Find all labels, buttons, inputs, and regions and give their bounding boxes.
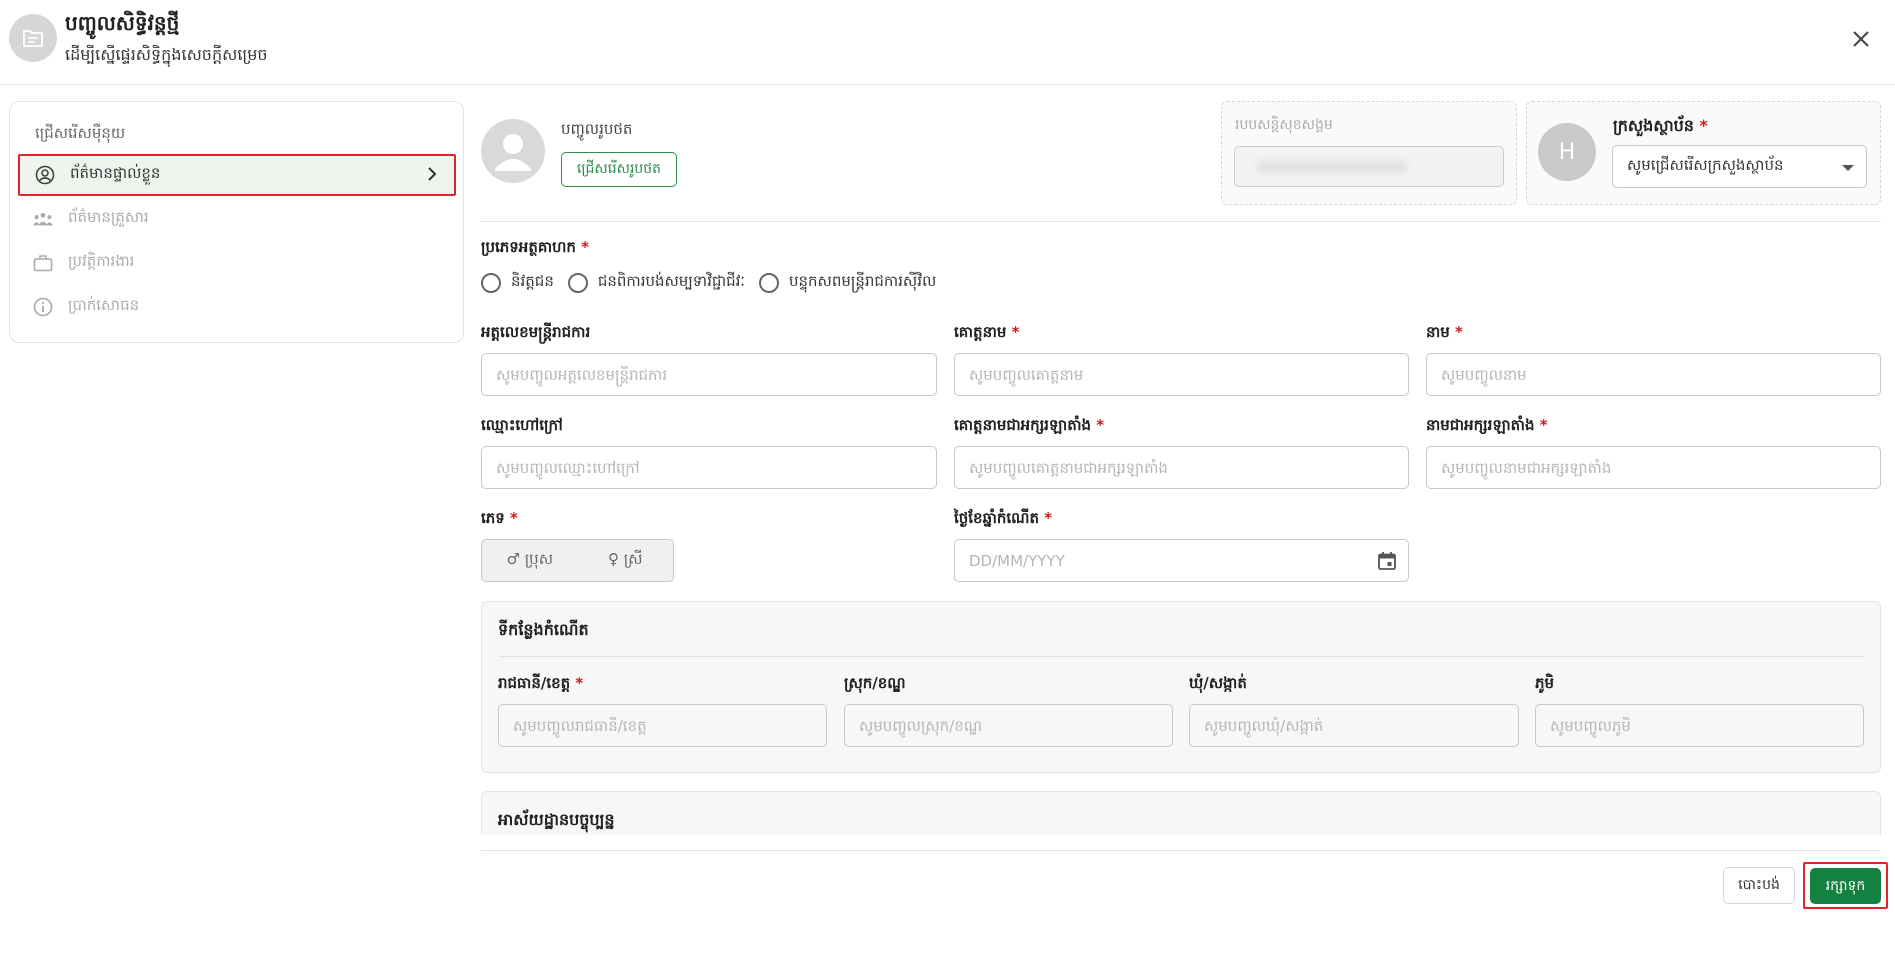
radio-button[interactable] — [567, 273, 588, 293]
redacted-value — [1257, 161, 1407, 173]
choose-photo-button[interactable]: ជ្រើសរើសរូបថត — [561, 152, 677, 187]
sidebar-item-family-info[interactable]: ព័ត៌មានគ្រួសារ — [18, 198, 456, 240]
sidebar-item-pension[interactable]: ប្រាក់សោធន — [18, 286, 456, 328]
save-button[interactable]: រក្សាទុក — [1810, 868, 1881, 904]
district-label: ស្រុក/ខណ្ឌ — [844, 674, 906, 692]
civil-id-input[interactable] — [481, 353, 937, 396]
dob-label: ថ្ងៃខែឆ្នាំកំណើត * — [954, 509, 1053, 527]
name-label: នាម * — [1426, 323, 1463, 341]
user-circle-icon — [34, 164, 56, 186]
radio-retiree[interactable]: និវត្តជន — [481, 272, 554, 294]
chevron-right-icon — [426, 166, 438, 186]
radio-deceased-dependent[interactable]: បន្ទុកសពមន្ត្រីរាជការស៊ីវិល — [758, 272, 937, 294]
birthplace-section: ទីកន្លែងកំណើត — [481, 601, 1881, 773]
sidebar-title: ជ្រើសរើសម៉ឺនុយ — [35, 124, 126, 142]
person-icon — [495, 134, 531, 171]
close-icon — [1853, 31, 1869, 47]
ministry-label: ក្រសួងស្ថាប័ន * — [1613, 116, 1708, 135]
nssf-input[interactable] — [1234, 146, 1504, 187]
photo-placeholder-avatar — [481, 119, 545, 183]
ministry-avatar: H — [1538, 123, 1596, 181]
civil-id-label: អត្តលេខមន្ត្រីរាជការ — [481, 323, 591, 341]
nickname-input[interactable] — [481, 446, 937, 489]
modal-header: បញ្ចូលសិទ្ធិវន្តថ្មី ដើម្បីស្នើផ្ទេរសិទ្… — [0, 0, 1895, 85]
nickname-label: ឈ្មោះហៅក្រៅ — [481, 416, 563, 434]
name-input[interactable] — [1426, 353, 1881, 396]
radio-label: បន្ទុកសពមន្ត្រីរាជការស៊ីវិល — [788, 272, 937, 290]
village-label: ភូមិ — [1535, 674, 1555, 692]
briefcase-icon — [32, 252, 54, 274]
radio-button[interactable] — [481, 273, 501, 293]
gender-toggle: ♂ ប្រុស ♀ ស្រី — [481, 539, 674, 582]
surname-latin-input[interactable] — [954, 446, 1409, 489]
sidebar-item-label: ព័ត៌មានគ្រួសារ — [68, 208, 149, 226]
family-icon — [32, 208, 54, 230]
save-button-highlight: រក្សាទុក — [1803, 862, 1888, 909]
village-input[interactable] — [1535, 704, 1864, 747]
beneficiary-type-label: ប្រភេទអត្ថគាហក * — [481, 238, 590, 256]
sidebar-item-label: ប្រវត្តិការងារ — [68, 252, 135, 270]
birthplace-title: ទីកន្លែងកំណើត — [498, 620, 589, 639]
radio-label: និវត្តជន — [511, 272, 554, 290]
modal-subtitle: ដើម្បីស្នើផ្ទេរសិទ្ធិក្នុងសេចក្តីសម្រេច — [65, 45, 268, 64]
dob-input[interactable] — [954, 539, 1409, 582]
folder-icon — [9, 14, 57, 62]
sidebar-item-work-history[interactable]: ប្រវត្តិការងារ — [18, 242, 456, 284]
sidebar-item-label: ព័ត៌មានផ្ទាល់ខ្លួន — [70, 164, 161, 182]
footer-divider — [481, 850, 1881, 851]
ministry-select-value: សូមជ្រើសរើសក្រសួងស្ថាប័ន — [1627, 155, 1784, 174]
beneficiary-type-radio-group: និវត្តជន ជនពិការបង់សម្បទាវិជ្ជាជីវៈ បន្ទ… — [481, 271, 950, 295]
commune-label: ឃុំ/សង្កាត់ — [1189, 674, 1247, 692]
sidebar-item-personal-info[interactable]: ព័ត៌មានផ្ទាល់ខ្លួន — [18, 154, 456, 196]
name-latin-input[interactable] — [1426, 446, 1881, 489]
sidebar-item-label: ប្រាក់សោធន — [68, 296, 140, 314]
photo-label: បញ្ចូលរូបថត — [561, 120, 633, 138]
radio-disabled[interactable]: ជនពិការបង់សម្បទាវិជ្ជាជីវៈ — [567, 272, 745, 294]
nssf-label: របបសន្តិសុខសង្គម — [1235, 117, 1333, 133]
current-address-section: អាស័យដ្ឋានបច្ចុប្បន្ន — [481, 791, 1881, 835]
close-button[interactable] — [1846, 24, 1876, 54]
ministry-select[interactable]: សូមជ្រើសរើសក្រសួងស្ថាប័ន — [1612, 145, 1867, 188]
calendar-icon[interactable] — [1377, 551, 1397, 571]
divider — [498, 656, 1864, 657]
sidebar-menu: ជ្រើសរើសម៉ឺនុយ ព័ត៌មានផ្ទាល់ខ្លួន ព័ត៌មា… — [9, 101, 464, 343]
caret-down-icon — [1842, 165, 1854, 171]
info-icon — [32, 296, 54, 318]
current-address-title: អាស័យដ្ឋានបច្ចុប្បន្ន — [498, 810, 615, 829]
surname-input[interactable] — [954, 353, 1409, 396]
province-input[interactable] — [498, 704, 827, 747]
radio-label: ជនពិការបង់សម្បទាវិជ្ជាជីវៈ — [597, 272, 745, 290]
surname-label: គោត្តនាម * — [954, 323, 1020, 341]
province-label: រាជធានី/ខេត្ត * — [498, 674, 584, 692]
gender-male-option[interactable]: ♂ ប្រុស — [482, 540, 578, 581]
modal-title: បញ្ចូលសិទ្ធិវន្តថ្មី — [65, 11, 180, 35]
gender-label: ភេទ * — [481, 509, 518, 527]
gender-female-option[interactable]: ♀ ស្រី — [578, 540, 674, 581]
commune-input[interactable] — [1189, 704, 1519, 747]
surname-latin-label: គោត្តនាមជាអក្សរឡាតាំង * — [954, 416, 1105, 434]
divider — [481, 221, 1881, 222]
cancel-button[interactable]: បោះបង់ — [1723, 867, 1795, 904]
name-latin-label: នាមជាអក្សរឡាតាំង * — [1426, 416, 1548, 434]
radio-button[interactable] — [758, 273, 779, 293]
district-input[interactable] — [844, 704, 1173, 747]
